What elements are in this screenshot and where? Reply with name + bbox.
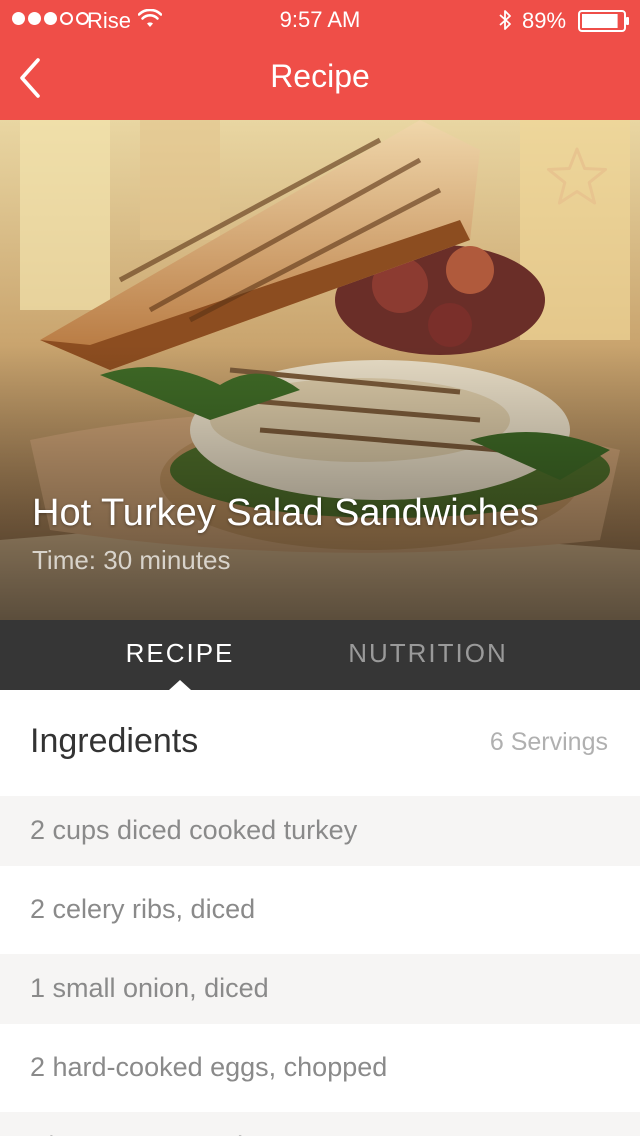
ingredients-heading: Ingredients bbox=[30, 722, 199, 760]
ingredients-header: Ingredients 6 Servings bbox=[0, 690, 640, 796]
tab-bar: RECIPE NUTRITION bbox=[0, 620, 640, 690]
ingredient-item[interactable]: 1 small onion, diced bbox=[0, 954, 640, 1024]
nav-bar: Recipe bbox=[0, 40, 640, 120]
header: Rise 9:57 AM 89% Recipe bbox=[0, 0, 640, 120]
status-bar: Rise 9:57 AM 89% bbox=[0, 0, 640, 40]
screen: Rise 9:57 AM 89% Recipe Hot Turkey Salad… bbox=[0, 0, 640, 1136]
recipe-title: Hot Turkey Salad Sandwiches bbox=[32, 492, 539, 534]
recipe-hero: Hot Turkey Salad Sandwiches Time: 30 min… bbox=[0, 120, 640, 620]
favorite-button[interactable] bbox=[544, 144, 610, 210]
tab-nutrition[interactable]: NUTRITION bbox=[320, 620, 536, 690]
ingredient-item[interactable]: 3/4 cup mayonnaise bbox=[0, 1112, 640, 1136]
ingredient-list: 2 cups diced cooked turkey 2 celery ribs… bbox=[0, 796, 640, 1136]
servings-count[interactable]: 6 Servings bbox=[490, 728, 608, 757]
ingredient-item[interactable]: 2 celery ribs, diced bbox=[0, 866, 640, 954]
bluetooth-icon bbox=[499, 10, 511, 30]
ingredient-item[interactable]: 2 cups diced cooked turkey bbox=[0, 796, 640, 866]
battery-percent: 89% bbox=[522, 8, 567, 33]
ingredient-item[interactable]: 2 hard-cooked eggs, chopped bbox=[0, 1024, 640, 1112]
page-title: Recipe bbox=[270, 58, 370, 94]
active-tab-indicator bbox=[169, 680, 191, 690]
star-outline-icon bbox=[547, 147, 607, 205]
battery-icon bbox=[578, 10, 629, 32]
recipe-time: Time: 30 minutes bbox=[32, 545, 231, 575]
